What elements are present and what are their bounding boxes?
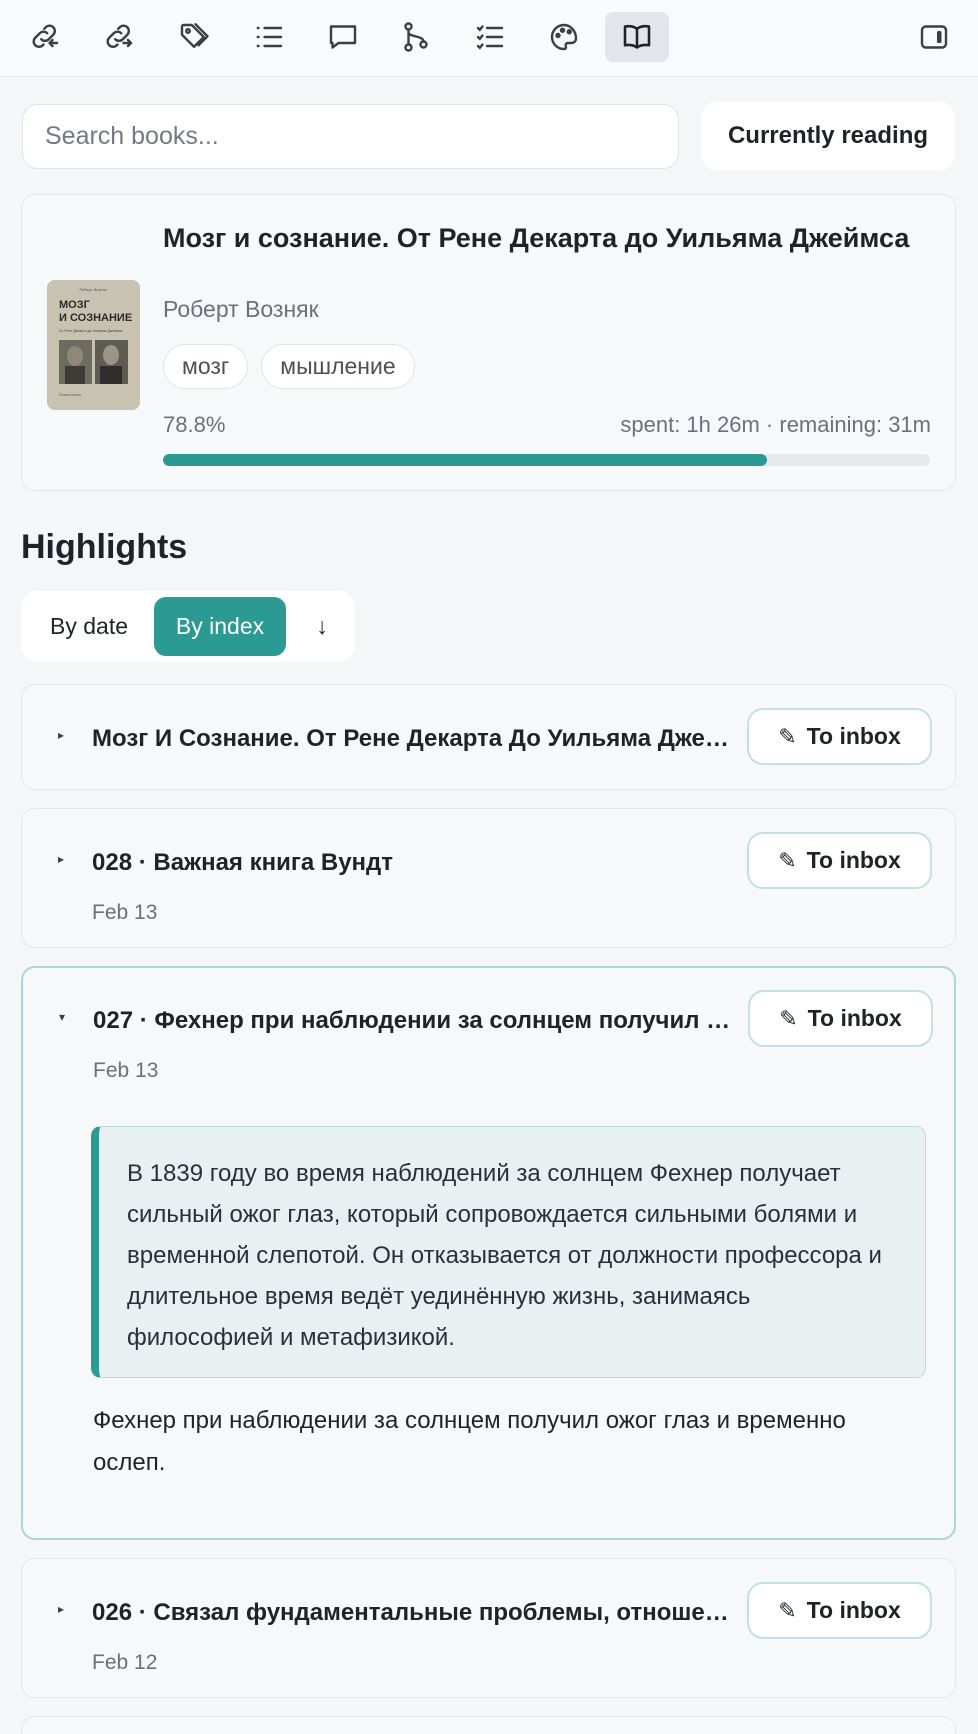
book-icon[interactable] [605, 12, 669, 62]
to-inbox-label: To inbox [806, 1597, 901, 1623]
comment-icon[interactable] [311, 12, 375, 62]
tags-icon[interactable] [162, 12, 226, 62]
expand-toggle-icon[interactable]: ▸ [58, 1602, 64, 1616]
sidebar-toggle-icon[interactable] [902, 12, 966, 62]
pencil-icon: ✎ [778, 1597, 797, 1623]
progress-bar-fill [163, 454, 768, 466]
to-inbox-button[interactable]: ✎ To inbox [747, 832, 932, 889]
cover-title-line1: МОЗГ [59, 299, 91, 311]
sort-control: By date By index ↓ [21, 591, 355, 662]
currently-reading-button[interactable]: Currently reading [701, 102, 955, 170]
sort-direction-icon[interactable]: ↓ [297, 597, 347, 656]
progress-bar [163, 454, 930, 466]
book-title: Мозг и сознание. От Рене Декарта до Уиль… [163, 223, 910, 253]
highlight-date: Feb 12 [92, 1651, 158, 1674]
checklist-icon[interactable] [458, 12, 522, 62]
to-inbox-button[interactable]: ✎ To inbox [747, 708, 932, 765]
tag-chip[interactable]: мышление [261, 344, 415, 389]
sort-by-date-button[interactable]: By date [27, 597, 151, 656]
git-branch-icon[interactable] [384, 12, 448, 62]
pencil-icon: ✎ [779, 1005, 798, 1031]
to-inbox-label: To inbox [807, 1005, 902, 1031]
toolbar [0, 0, 978, 77]
search-input[interactable] [22, 104, 679, 169]
cover-top-text: Роберт Возняк [79, 287, 106, 292]
highlight-card[interactable]: ▸ Мозг И Сознание. От Рене Декарта До Уи… [21, 684, 956, 790]
highlight-date: Feb 13 [92, 901, 158, 924]
to-inbox-button[interactable]: ✎ To inbox [747, 1582, 932, 1639]
reading-time: spent: 1h 26m · remaining: 31m [620, 412, 931, 437]
highlight-card[interactable]: ▸ 028 · Важная книга Вундт Feb 13 ✎ To i… [21, 808, 956, 948]
to-inbox-label: To inbox [806, 847, 901, 873]
book-card[interactable]: Роберт Возняк МОЗГ И СОЗНАНИЕ От Рене Де… [21, 194, 956, 491]
expand-toggle-icon[interactable]: ▸ [58, 728, 64, 742]
highlight-title: 026 · Связал фундаментальные проблемы, о… [92, 1599, 742, 1626]
highlight-card-expanded[interactable]: ▾ 027 · Фехнер при наблюдении за солнцем… [21, 966, 956, 1540]
collapse-toggle-icon[interactable]: ▾ [59, 1010, 65, 1024]
tag-chip[interactable]: мозг [163, 344, 249, 389]
list-icon[interactable] [237, 12, 301, 62]
sort-by-index-button[interactable]: By index [154, 597, 286, 656]
highlights-heading: Highlights [21, 528, 188, 566]
to-inbox-button[interactable]: ✎ To inbox [748, 990, 933, 1047]
to-inbox-label: To inbox [806, 723, 901, 749]
book-cover-image: Роберт Возняк МОЗГ И СОЗНАНИЕ От Рене Де… [47, 280, 140, 410]
pencil-icon: ✎ [778, 847, 797, 873]
highlight-title: 028 · Важная книга Вундт [92, 849, 394, 876]
highlight-card[interactable]: ▸ 026 · Связал фундаментальные проблемы,… [21, 1558, 956, 1698]
expand-toggle-icon[interactable]: ▸ [58, 852, 64, 866]
outgoing-links-icon[interactable] [87, 12, 151, 62]
highlight-date: Feb 13 [93, 1059, 159, 1082]
cover-title-line2: И СОЗНАНИЕ [59, 312, 132, 324]
cover-subtitle: От Рене Декарта до Уильяма Джеймса [59, 329, 122, 333]
highlight-note: Фехнер при наблюдении за солнцем получил… [93, 1407, 846, 1476]
book-author: Роберт Возняк [163, 296, 319, 322]
pencil-icon: ✎ [778, 723, 797, 749]
backlinks-icon[interactable] [13, 12, 77, 62]
cover-bottom-text: Психология [59, 392, 81, 397]
palette-icon[interactable] [532, 12, 596, 62]
highlight-title: Мозг И Сознание. От Рене Декарта До Уиль… [92, 725, 742, 752]
highlight-title: 027 · Фехнер при наблюдении за солнцем п… [93, 1007, 743, 1034]
highlight-quote: В 1839 году во время наблюдений за солнц… [91, 1126, 926, 1378]
highlight-card[interactable] [21, 1716, 956, 1734]
book-tags: мозг мышление [163, 344, 415, 389]
progress-percent: 78.8% [163, 412, 226, 437]
